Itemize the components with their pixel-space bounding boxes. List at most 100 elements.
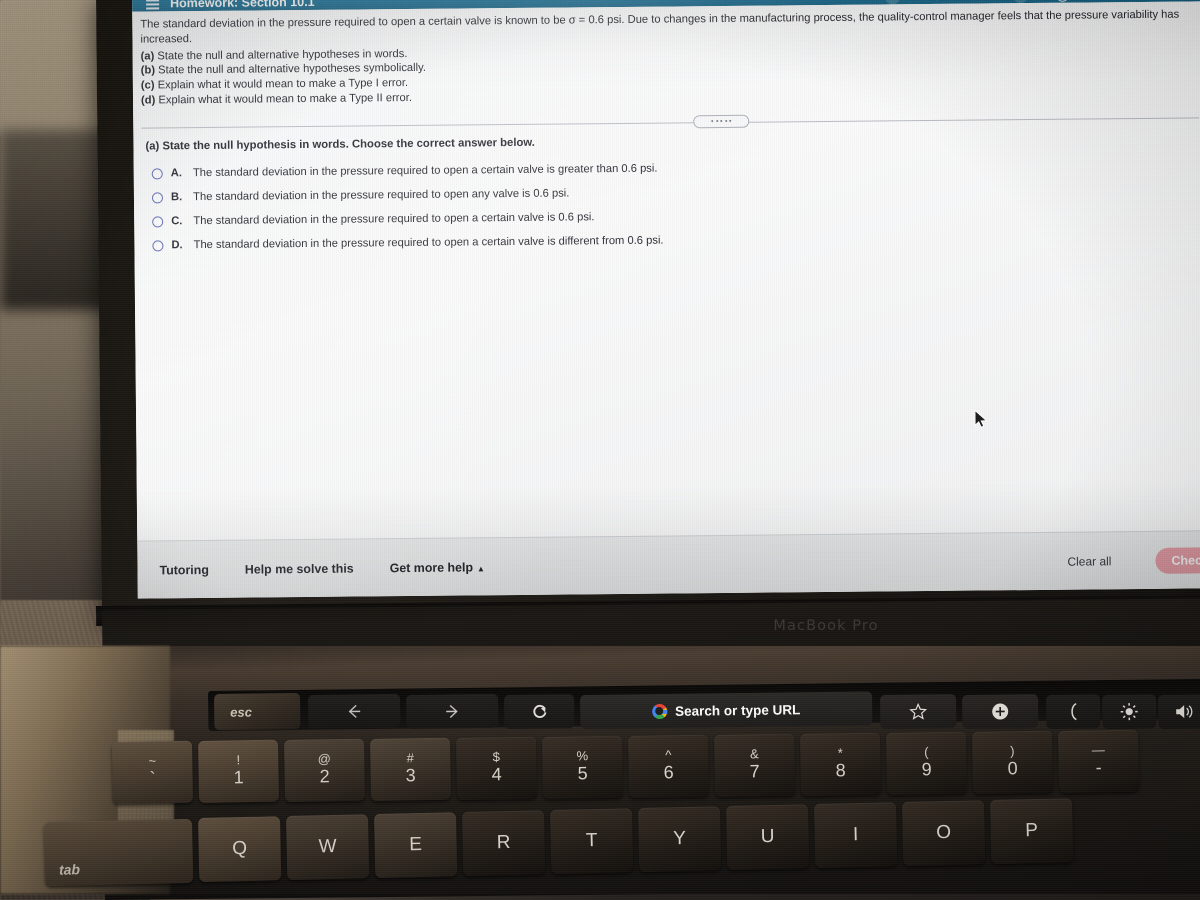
- photo-backdrop: Homework: Section 10.1 Part 1 of 5 Point…: [0, 0, 1200, 900]
- key-minus-upper: —: [1091, 742, 1105, 758]
- hamburger-icon[interactable]: [146, 0, 160, 10]
- points-ring-icon: [1055, 0, 1069, 2]
- moon-icon: [1071, 702, 1077, 721]
- key-backtick-upper: ~: [148, 753, 157, 769]
- key-0[interactable]: ) 0: [972, 730, 1054, 794]
- touchbar-back-button[interactable]: [308, 693, 401, 729]
- key-y[interactable]: Y: [638, 806, 722, 872]
- key-7[interactable]: & 7: [714, 733, 796, 797]
- key-esc[interactable]: esc: [214, 692, 301, 730]
- part-a-text: State the null and alternative hypothese…: [157, 47, 408, 62]
- touchbar-new-tab-button[interactable]: [962, 694, 1039, 729]
- key-r[interactable]: R: [462, 810, 546, 876]
- key-1-lower: 1: [233, 767, 244, 788]
- key-i-label: I: [852, 824, 859, 846]
- display-bezel: Homework: Section 10.1 Part 1 of 5 Point…: [96, 0, 1200, 619]
- key-1[interactable]: ! 1: [198, 739, 280, 803]
- key-p[interactable]: P: [990, 798, 1074, 864]
- action-bar-left: Tutoring Help me solve this Get more hel…: [137, 559, 520, 577]
- key-p-label: P: [1025, 820, 1039, 842]
- choice-a-text: The standard deviation in the pressure r…: [192, 162, 658, 179]
- key-minus-lower: -: [1095, 757, 1102, 778]
- dot-icon: [729, 120, 732, 123]
- help-me-solve-this-link[interactable]: Help me solve this: [245, 561, 354, 576]
- key-q[interactable]: Q: [198, 816, 282, 882]
- dot-icon: [724, 120, 727, 123]
- key-i[interactable]: I: [814, 802, 898, 868]
- touchbar-bookmark-button[interactable]: [880, 694, 957, 729]
- key-e[interactable]: E: [374, 812, 458, 878]
- part-d-text: Explain what it would mean to make a Typ…: [158, 91, 412, 107]
- choice-b-text: The standard deviation in the pressure r…: [193, 187, 570, 203]
- caret-up-icon: ▲: [476, 563, 485, 573]
- key-t[interactable]: T: [550, 808, 634, 874]
- plus-circle-icon: [992, 703, 1009, 720]
- macbook-pro-branding: MacBook Pro: [773, 618, 879, 634]
- key-e-label: E: [409, 834, 423, 856]
- choice-d[interactable]: D. The standard deviation in the pressur…: [152, 229, 1200, 252]
- radio-button-d[interactable]: [152, 240, 164, 252]
- choice-b-letter: B.: [170, 190, 183, 203]
- mouse-cursor: [974, 409, 988, 428]
- key-2-lower: 2: [319, 766, 330, 787]
- key-8-upper: *: [837, 745, 844, 761]
- key-tab[interactable]: tab: [44, 818, 194, 886]
- get-more-help-link[interactable]: Get more help ▲: [390, 560, 485, 575]
- key-4-upper: $: [492, 749, 501, 765]
- choice-a[interactable]: A. The standard deviation in the pressur…: [151, 157, 1200, 180]
- clear-all-button[interactable]: Clear all: [1067, 554, 1111, 568]
- expand-collapse-pill[interactable]: [693, 114, 750, 128]
- key-4-lower: 4: [491, 764, 502, 785]
- key-minus[interactable]: — -: [1058, 729, 1140, 793]
- key-6-lower: 6: [663, 762, 674, 783]
- radio-button-c[interactable]: [152, 216, 164, 228]
- key-6[interactable]: ^ 6: [628, 734, 710, 798]
- key-3[interactable]: # 3: [370, 737, 452, 801]
- dot-icon: [711, 120, 714, 123]
- part-b-label: (b): [140, 64, 156, 77]
- key-o[interactable]: O: [902, 800, 986, 866]
- key-7-upper: &: [749, 746, 759, 762]
- key-backtick[interactable]: ~ `: [112, 740, 194, 804]
- touchbar-nightshift-button[interactable]: [1046, 694, 1101, 729]
- check-answer-button[interactable]: Check answer: [1155, 546, 1200, 574]
- key-3-lower: 3: [405, 765, 416, 786]
- radio-button-b[interactable]: [151, 192, 164, 204]
- arrow-left-icon: [348, 704, 361, 718]
- touchbar-volume-button[interactable]: [1158, 694, 1200, 729]
- key-5-upper: %: [576, 748, 589, 764]
- part-c-label: (c): [140, 79, 155, 92]
- answer-choices: A. The standard deviation in the pressur…: [134, 157, 1200, 252]
- touchbar-reload-button[interactable]: [504, 694, 575, 729]
- part-b-text: State the null and alternative hypothese…: [158, 62, 427, 77]
- touchbar-search-field[interactable]: Search or type URL: [580, 691, 873, 729]
- touchbar-forward-button[interactable]: [406, 693, 499, 729]
- key-8[interactable]: * 8: [800, 732, 882, 796]
- choice-b[interactable]: B. The standard deviation in the pressur…: [151, 181, 1200, 204]
- radio-button-a[interactable]: [151, 168, 163, 180]
- volume-up-icon: [1176, 705, 1193, 719]
- choice-a-letter: A.: [170, 166, 182, 179]
- key-5[interactable]: % 5: [542, 735, 624, 799]
- part-c-text: Explain what it would mean to make a Typ…: [157, 77, 409, 92]
- tutoring-link[interactable]: Tutoring: [159, 562, 208, 576]
- brightness-icon: [1120, 703, 1138, 721]
- assignment-title: Homework: Section 10.1: [170, 0, 315, 11]
- touchbar-brightness-button[interactable]: [1102, 694, 1157, 729]
- key-w[interactable]: W: [286, 814, 370, 880]
- choice-c[interactable]: C. The standard deviation in the pressur…: [152, 205, 1200, 228]
- key-4[interactable]: $ 4: [456, 736, 538, 800]
- reload-icon: [532, 704, 546, 718]
- key-backtick-lower: `: [149, 768, 156, 789]
- choice-d-letter: D.: [171, 238, 183, 251]
- key-2[interactable]: @ 2: [284, 738, 366, 802]
- action-bar-right: Clear all Check answer: [1067, 546, 1200, 574]
- laptop-screen: Homework: Section 10.1 Part 1 of 5 Point…: [131, 0, 1200, 599]
- choice-c-letter: C.: [171, 214, 183, 227]
- key-9-upper: (: [924, 744, 929, 760]
- key-3-upper: #: [406, 750, 415, 766]
- key-esc-label: esc: [230, 704, 253, 720]
- key-u[interactable]: U: [726, 804, 810, 870]
- part-a-label: (a): [140, 50, 155, 63]
- key-9[interactable]: ( 9: [886, 731, 968, 795]
